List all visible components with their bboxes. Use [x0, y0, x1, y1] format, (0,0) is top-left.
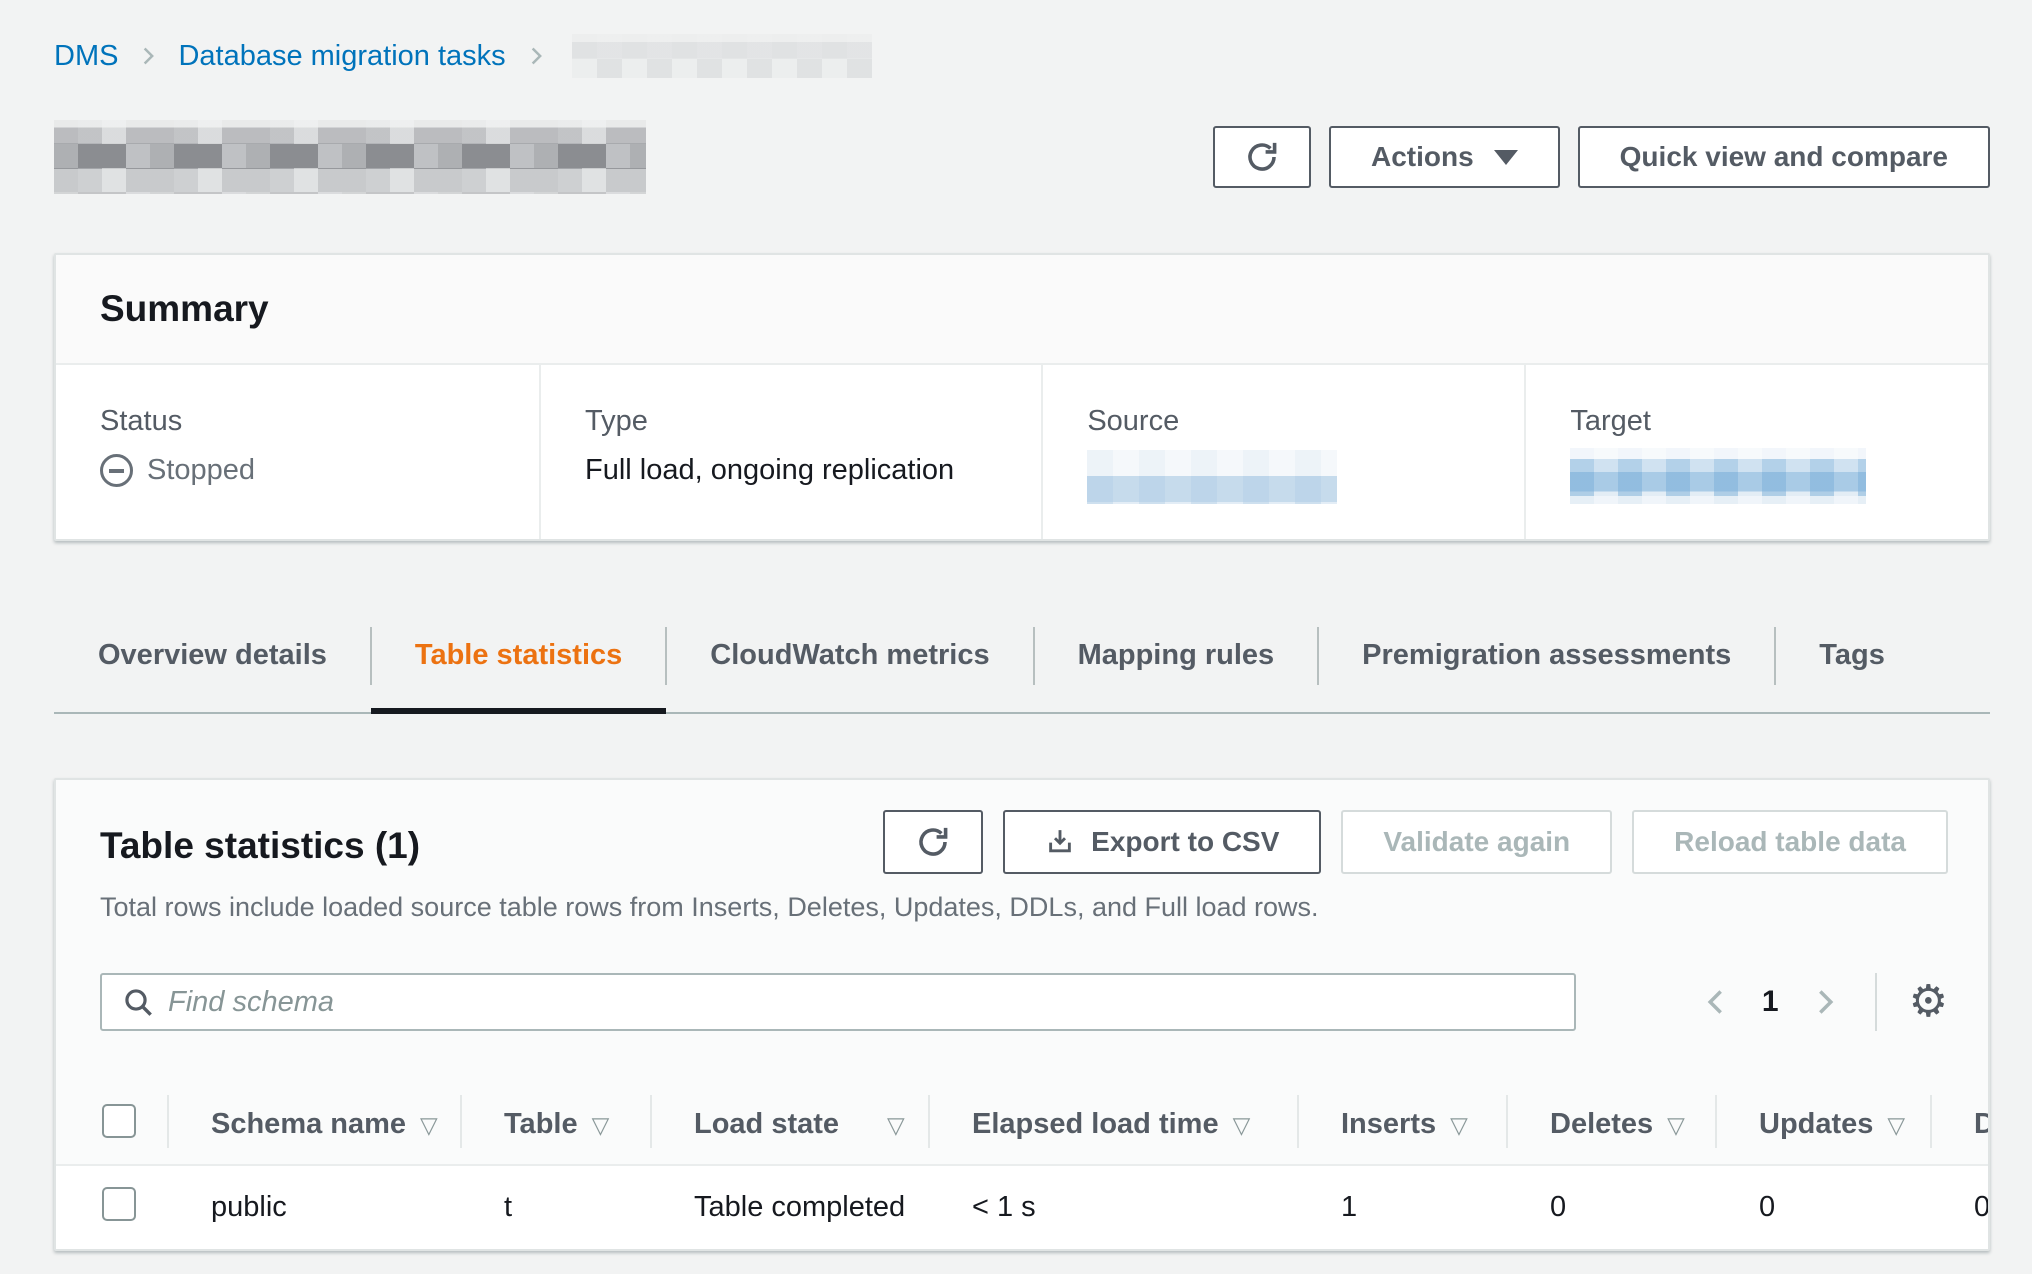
refresh-button[interactable]: [1213, 126, 1311, 188]
task-name-redacted: [54, 120, 646, 194]
sort-caret-icon: ▽: [1233, 1113, 1251, 1139]
reload-table-data-label: Reload table data: [1674, 826, 1906, 858]
settings-gear-icon[interactable]: ⚙: [1909, 980, 1948, 1024]
tab-tags[interactable]: Tags: [1775, 623, 1929, 712]
type-label: Type: [585, 405, 997, 438]
summary-title: Summary: [100, 288, 1944, 330]
summary-type-column: Type Full load, ongoing replication: [539, 365, 1041, 539]
quick-view-compare-label: Quick view and compare: [1620, 141, 1948, 173]
summary-grid: Status Stopped Type Full load, ongoing r…: [56, 365, 1988, 539]
breadcrumb-current-redacted: [572, 34, 872, 78]
sort-caret-icon: ▽: [887, 1113, 905, 1139]
cell-elapsed-load-time: < 1 s: [928, 1165, 1297, 1249]
status-text: Stopped: [147, 454, 255, 487]
summary-panel: Summary Status Stopped Type Full load, o…: [54, 253, 1990, 541]
sort-caret-icon: ▽: [1887, 1113, 1905, 1139]
column-header-deletes[interactable]: Deletes▽: [1506, 1085, 1715, 1165]
validate-again-button[interactable]: Validate again: [1341, 810, 1612, 874]
pagination: 1 ⚙: [1702, 973, 1948, 1031]
search-icon: [122, 986, 154, 1018]
target-label: Target: [1570, 405, 1944, 438]
cell-ddls: 0: [1930, 1165, 1990, 1249]
summary-status-column: Status Stopped: [56, 365, 539, 539]
validate-again-label: Validate again: [1383, 826, 1570, 858]
cell-updates: 0: [1715, 1165, 1930, 1249]
table-statistics-panel: Table statistics (1) Export to CSV Valid…: [54, 778, 1990, 1251]
summary-header: Summary: [56, 255, 1988, 365]
status-label: Status: [100, 405, 495, 438]
status-value: Stopped: [100, 454, 495, 487]
tab-overview-details[interactable]: Overview details: [54, 623, 371, 712]
column-header-table[interactable]: Table▽: [460, 1085, 650, 1165]
table-row: public t Table completed < 1 s 1 0 0 0: [56, 1165, 1990, 1249]
breadcrumb-dms-link[interactable]: DMS: [54, 40, 118, 73]
column-header-inserts[interactable]: Inserts▽: [1297, 1085, 1506, 1165]
stopped-icon: [100, 454, 133, 487]
source-label: Source: [1087, 405, 1480, 438]
row-checkbox[interactable]: [102, 1187, 136, 1221]
sort-caret-icon: ▽: [1667, 1113, 1685, 1139]
sort-caret-icon: ▽: [1450, 1113, 1468, 1139]
actions-button[interactable]: Actions: [1329, 126, 1560, 188]
refresh-icon: [915, 824, 951, 860]
actions-button-label: Actions: [1371, 141, 1474, 173]
summary-target-column: Target: [1524, 365, 1988, 539]
tab-cloudwatch-metrics[interactable]: CloudWatch metrics: [666, 623, 1033, 712]
breadcrumb: DMS Database migration tasks: [54, 34, 1990, 78]
task-tabs: Overview details Table statistics CloudW…: [54, 623, 1990, 714]
sort-caret-icon: ▽: [592, 1113, 610, 1139]
table-header-row: Schema name▽ Table▽ Load state▽ Elapsed …: [56, 1085, 1990, 1165]
select-all-checkbox[interactable]: [102, 1104, 136, 1138]
dms-task-page: DMS Database migration tasks Actions Qui…: [0, 0, 2032, 1274]
column-header-load-state[interactable]: Load state▽: [650, 1085, 928, 1165]
column-header-ddls[interactable]: DDLs: [1930, 1085, 1990, 1165]
export-csv-button[interactable]: Export to CSV: [1003, 810, 1321, 874]
summary-source-column: Source: [1041, 365, 1524, 539]
schema-search-box: [100, 973, 1576, 1031]
table-statistics-table: Schema name▽ Table▽ Load state▽ Elapsed …: [56, 1085, 1990, 1249]
table-controls: 1 ⚙: [100, 973, 1948, 1031]
quick-view-compare-button[interactable]: Quick view and compare: [1578, 126, 1990, 188]
table-statistics-description: Total rows include loaded source table r…: [100, 892, 1944, 923]
type-value: Full load, ongoing replication: [585, 454, 997, 487]
breadcrumb-tasks-link[interactable]: Database migration tasks: [178, 40, 505, 73]
cell-load-state: Table completed: [650, 1165, 928, 1249]
table-refresh-button[interactable]: [883, 810, 983, 874]
column-header-elapsed-load-time[interactable]: Elapsed load time▽: [928, 1085, 1297, 1165]
tab-premigration-assessments[interactable]: Premigration assessments: [1318, 623, 1775, 712]
select-all-cell: [56, 1085, 167, 1165]
target-endpoint-redacted: [1570, 448, 1866, 504]
column-header-updates[interactable]: Updates▽: [1715, 1085, 1930, 1165]
previous-page-button[interactable]: [1702, 985, 1730, 1019]
source-endpoint-redacted: [1087, 450, 1337, 504]
chevron-right-icon: [138, 43, 158, 69]
caret-down-icon: [1494, 150, 1518, 165]
table-statistics-actions: Export to CSV Validate again Reload tabl…: [883, 810, 1948, 874]
table-statistics-title: Table statistics (1): [100, 817, 420, 867]
cell-schema-name: public: [167, 1165, 460, 1249]
page-header-actions: Actions Quick view and compare: [1213, 126, 1990, 188]
page-number: 1: [1762, 985, 1779, 1019]
sort-caret-icon: ▽: [420, 1113, 438, 1139]
chevron-right-icon: [526, 43, 546, 69]
refresh-icon: [1244, 139, 1280, 175]
tab-mapping-rules[interactable]: Mapping rules: [1034, 623, 1319, 712]
pagination-divider: [1875, 973, 1877, 1031]
next-page-button[interactable]: [1811, 985, 1839, 1019]
find-schema-input[interactable]: [168, 986, 1564, 1019]
column-header-schema-name[interactable]: Schema name▽: [167, 1085, 460, 1165]
download-icon: [1045, 827, 1075, 857]
cell-table: t: [460, 1165, 650, 1249]
reload-table-data-button[interactable]: Reload table data: [1632, 810, 1948, 874]
cell-inserts: 1: [1297, 1165, 1506, 1249]
tab-table-statistics[interactable]: Table statistics: [371, 623, 666, 712]
export-csv-label: Export to CSV: [1091, 826, 1279, 858]
page-header: Actions Quick view and compare: [54, 122, 1990, 192]
cell-deletes: 0: [1506, 1165, 1715, 1249]
table-statistics-header: Table statistics (1) Export to CSV Valid…: [56, 780, 1988, 874]
row-select-cell: [56, 1165, 167, 1249]
